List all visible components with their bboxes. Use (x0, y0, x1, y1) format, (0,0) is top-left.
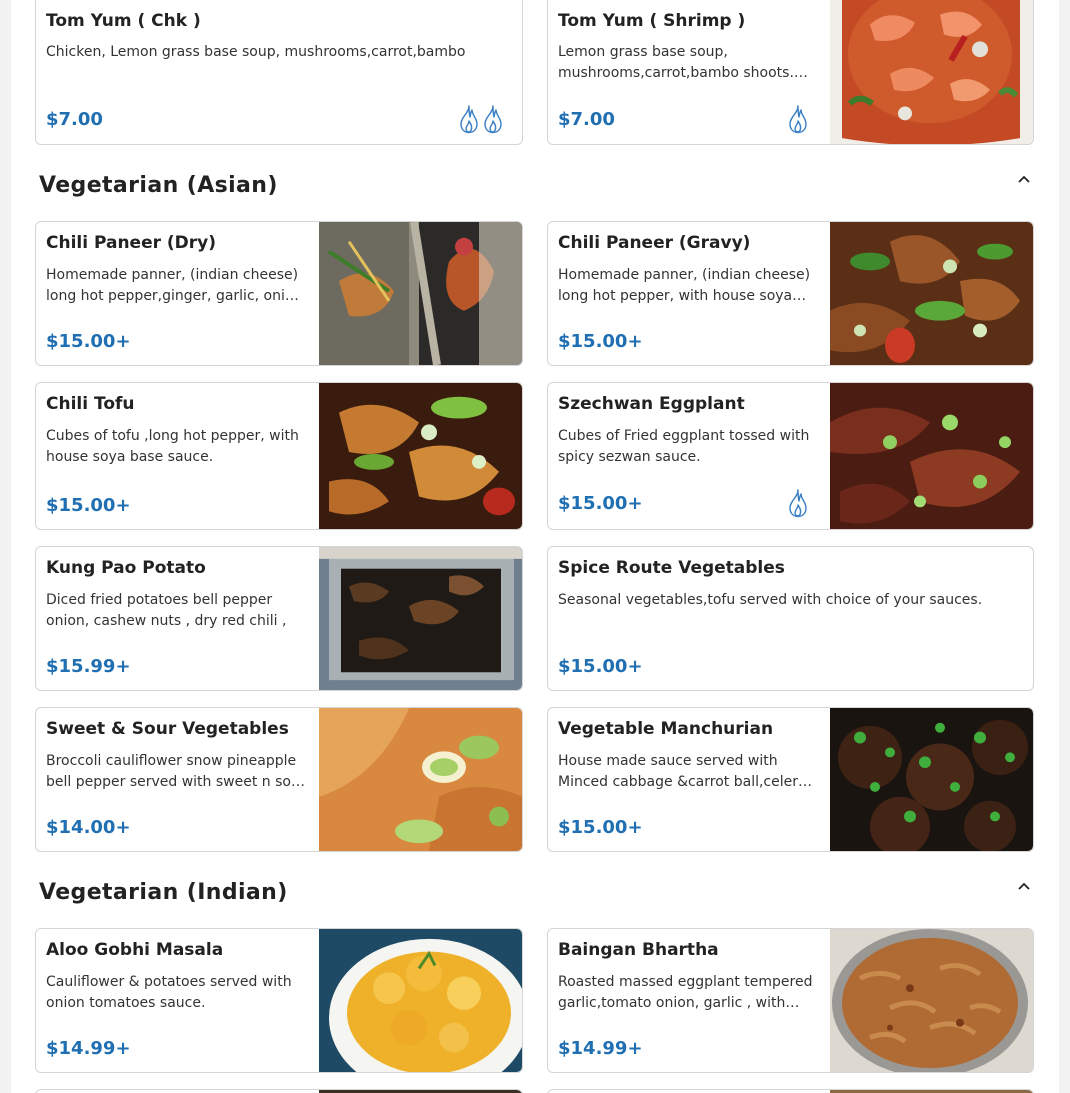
spice-level (458, 104, 504, 134)
item-name: Vegetable Manchurian (558, 719, 774, 739)
menu-item-card[interactable]: Kung Pao Potato Diced fried potatoes bel… (35, 546, 523, 691)
item-description: Cubes of tofu ,long hot pepper, with hou… (46, 428, 299, 465)
item-name: Chili Tofu (46, 394, 135, 414)
menu-item-card[interactable]: Szechwan Eggplant Cubes of Fried eggplan… (547, 382, 1034, 530)
item-name: Chili Paneer (Gravy) (558, 233, 751, 253)
item-price: $14.99+ (558, 1038, 643, 1059)
chevron-up-icon[interactable] (1016, 878, 1032, 894)
flame-icon (787, 104, 809, 134)
item-name: Spice Route Vegetables (558, 558, 785, 578)
item-photo (319, 383, 522, 529)
item-price: $15.00+ (46, 331, 131, 352)
item-name: Baingan Bhartha (558, 940, 719, 960)
menu-item-card[interactable]: Baingan Bhartha Roasted massed eggplant … (547, 928, 1034, 1073)
item-name: Chili Paneer (Dry) (46, 233, 217, 253)
item-photo (319, 547, 522, 690)
item-photo (830, 0, 1033, 144)
item-description: Chicken, Lemon grass base soup, mushroom… (46, 44, 466, 60)
item-photo (319, 222, 522, 365)
item-photo (830, 929, 1033, 1072)
item-description: Homemade panner, (indian cheese) long ho… (46, 267, 303, 304)
item-description: Diced fried potatoes bell pepper onion, … (46, 592, 287, 629)
item-price: $15.00+ (558, 331, 643, 352)
menu-item-card[interactable]: Tom Yum ( Shrimp ) Lemon grass base soup… (547, 0, 1034, 145)
item-photo (830, 383, 1033, 529)
item-price: $15.99+ (46, 656, 131, 677)
menu-panel: Tom Yum ( Chk ) Chicken, Lemon grass bas… (11, 0, 1059, 1093)
menu-item-card[interactable]: Chili Tofu Cubes of tofu ,long hot peppe… (35, 382, 523, 530)
spice-level (787, 488, 809, 518)
flame-icon (458, 104, 480, 134)
item-photo (830, 708, 1033, 851)
menu-item-card[interactable] (35, 1089, 523, 1093)
item-price: $14.99+ (46, 1038, 131, 1059)
item-name: Szechwan Eggplant (558, 394, 745, 414)
item-name: Kung Pao Potato (46, 558, 206, 578)
item-price: $14.00+ (46, 817, 131, 838)
item-price: $15.00+ (558, 656, 643, 677)
spice-level (787, 104, 809, 134)
menu-item-card[interactable] (547, 1089, 1034, 1093)
section-title: Vegetarian (Asian) (39, 173, 278, 198)
item-price: $7.00 (558, 109, 615, 130)
menu-item-card[interactable]: Chili Paneer (Dry) Homemade panner, (ind… (35, 221, 523, 366)
item-description: Seasonal vegetables,tofu served with cho… (558, 592, 983, 608)
item-description: Cubes of Fried eggplant tossed with spic… (558, 428, 810, 465)
menu-item-card[interactable]: Tom Yum ( Chk ) Chicken, Lemon grass bas… (35, 0, 523, 145)
flame-icon (787, 488, 809, 518)
item-description: Roasted massed eggplant tempered garlic,… (558, 974, 813, 1011)
item-description: Lemon grass base soup, mushrooms,carrot,… (558, 44, 794, 81)
item-price: $15.00+ (558, 493, 643, 514)
item-price: $7.00 (46, 109, 103, 130)
item-price: $15.00+ (46, 495, 131, 516)
item-name: Tom Yum ( Chk ) (46, 11, 201, 31)
menu-item-card[interactable]: Chili Paneer (Gravy) Homemade panner, (i… (547, 221, 1034, 366)
item-name: Aloo Gobhi Masala (46, 940, 224, 960)
item-photo (319, 708, 522, 851)
item-name: Tom Yum ( Shrimp ) (558, 11, 746, 31)
chevron-up-icon[interactable] (1016, 171, 1032, 187)
item-description: House made sauce served with Minced cabb… (558, 753, 807, 790)
item-description: Homemade panner, (indian cheese) long ho… (558, 267, 811, 304)
menu-item-card[interactable]: Sweet & Sour Vegetables Broccoli caulifl… (35, 707, 523, 852)
menu-item-card[interactable]: Vegetable Manchurian House made sauce se… (547, 707, 1034, 852)
item-price: $15.00+ (558, 817, 643, 838)
section-title: Vegetarian (Indian) (39, 880, 288, 905)
flame-icon (482, 104, 504, 134)
item-description: Cauliflower & potatoes served with onion… (46, 974, 292, 1011)
item-photo (830, 222, 1033, 365)
item-name: Sweet & Sour Vegetables (46, 719, 289, 739)
item-description: Broccoli cauliflower snow pineapple bell… (46, 753, 306, 790)
menu-item-card[interactable]: Aloo Gobhi Masala Cauliflower & potatoes… (35, 928, 523, 1073)
item-photo (319, 929, 522, 1072)
menu-item-card[interactable]: Spice Route Vegetables Seasonal vegetabl… (547, 546, 1034, 691)
